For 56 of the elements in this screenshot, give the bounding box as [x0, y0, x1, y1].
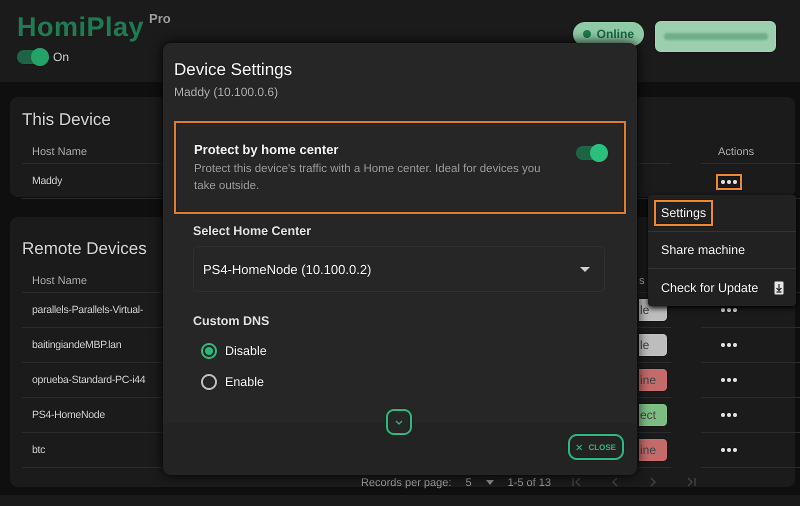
status-badge: le	[639, 334, 667, 356]
radio-button[interactable]	[201, 343, 217, 359]
dialog-subtitle: Maddy (10.100.0.6)	[173, 84, 280, 99]
caret-icon	[580, 266, 590, 272]
radio-label: Enable	[225, 375, 264, 389]
column-header: Host Name	[22, 269, 162, 293]
toggle-label: On	[53, 50, 70, 64]
more-icon	[721, 308, 737, 312]
more-icon	[721, 448, 737, 452]
more-icon	[721, 413, 737, 417]
download-icon	[774, 280, 784, 294]
section-title: This Device	[22, 110, 111, 130]
radio-button[interactable]	[201, 374, 217, 390]
previous-icon	[610, 477, 620, 487]
dialog-title: Device Settings	[173, 59, 294, 80]
setting-description: Protect this device's traffic with a Home center. Ideal for devices you take outside.	[194, 162, 542, 194]
status-badge: ine	[639, 439, 667, 461]
setting-title: Protect by home center	[194, 142, 340, 157]
table-cell: PS4-HomeNode	[22, 398, 162, 433]
more-button[interactable]	[716, 174, 742, 190]
next-icon	[648, 477, 658, 487]
table-cell: Maddy	[22, 164, 162, 199]
field-label: Select Home Center	[193, 224, 312, 238]
pagination-range: 1-5 of 13	[508, 476, 551, 488]
status-label: Online	[596, 27, 634, 41]
per-page-select[interactable]: 5	[465, 476, 494, 488]
table-cell: parallels-Parallels-Virtual-	[22, 293, 162, 328]
close-icon	[576, 442, 582, 452]
chevron-down-icon	[395, 420, 403, 424]
toggle-switch[interactable]	[17, 50, 47, 64]
first-page-icon	[572, 477, 582, 487]
close-button[interactable]: CLOSE	[568, 434, 624, 460]
more-icon	[721, 343, 737, 347]
column-header: Actions	[701, 140, 800, 164]
toggle-switch[interactable]	[576, 146, 606, 160]
pagination-label: Records per page:	[360, 476, 452, 488]
table-cell: btc	[22, 433, 162, 468]
field-label: Custom DNS	[193, 314, 270, 328]
table-cell: oprueba-Standard-PC-i44	[22, 363, 162, 398]
status-dot-icon	[582, 30, 591, 38]
menu-item[interactable]: Settings	[654, 200, 714, 226]
status-badge: ine	[639, 369, 667, 391]
edition-label: Pro	[149, 11, 171, 26]
caret-icon	[486, 480, 494, 485]
more-icon	[721, 378, 737, 382]
app-logo: HomiPlay	[17, 12, 144, 43]
status-badge: ect	[639, 404, 667, 426]
column-header: Host Name	[22, 140, 162, 164]
section-title: Remote Devices	[22, 239, 147, 259]
home-center-select[interactable]: PS4-HomeNode (10.100.0.2)	[193, 246, 605, 292]
scroll-down-button[interactable]	[386, 409, 412, 435]
last-page-icon	[686, 477, 696, 487]
more-icon	[721, 180, 737, 184]
table-cell: baitingiandeMBP.lan	[22, 328, 162, 363]
radio-label: Disable	[225, 344, 267, 358]
menu-item[interactable]: Share machine	[654, 237, 752, 263]
